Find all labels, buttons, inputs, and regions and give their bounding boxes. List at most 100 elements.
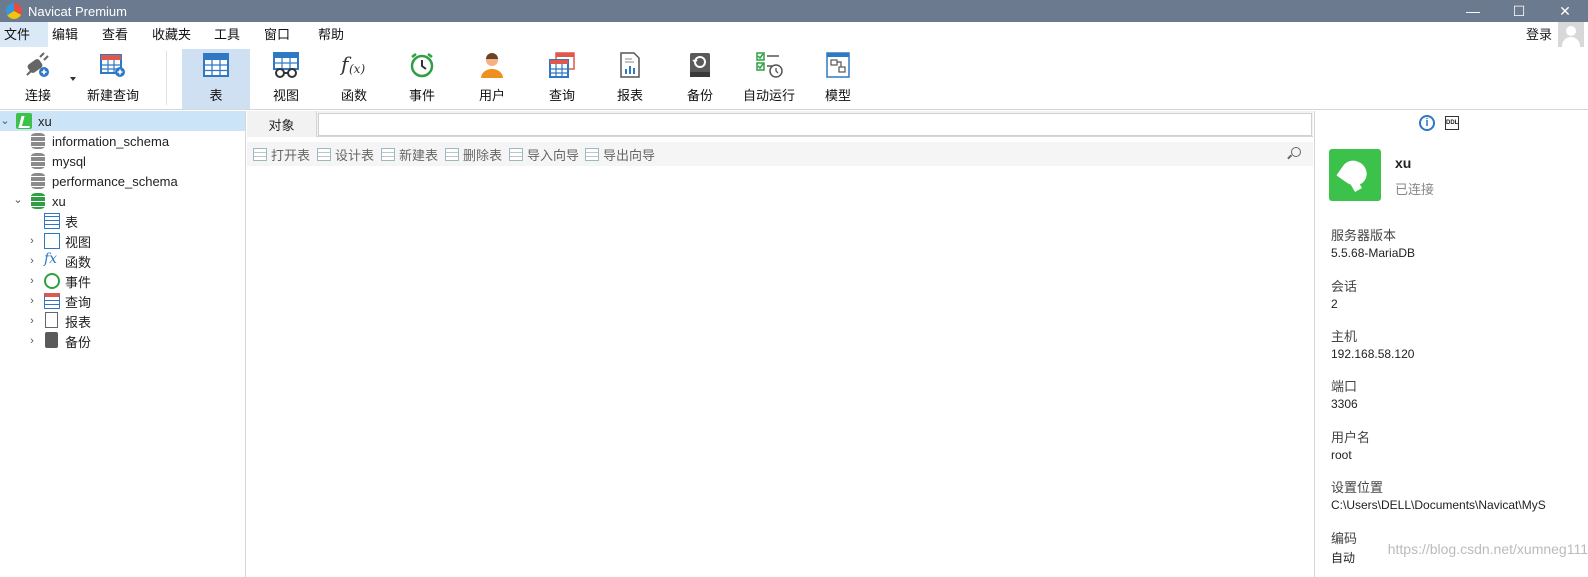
table-button[interactable]: 表 — [182, 49, 250, 109]
expand-chevron-icon[interactable]: › — [27, 256, 37, 267]
menu-view[interactable]: 查看 — [102, 22, 128, 47]
connect-dropdown-icon[interactable] — [70, 77, 76, 81]
tree-item-events[interactable]: › 事件 — [0, 271, 245, 291]
new-query-button[interactable]: 新建查询 — [84, 49, 142, 109]
collapse-chevron-icon[interactable]: ⌄ — [0, 116, 10, 127]
table-icon — [44, 213, 60, 229]
connection-status: 已连接 — [1395, 182, 1435, 197]
info-icon[interactable]: i — [1419, 115, 1435, 131]
function-icon: fx — [44, 251, 58, 267]
minimize-button[interactable]: — — [1450, 0, 1496, 22]
tree-item-functions[interactable]: › fx 函数 — [0, 251, 245, 271]
tree-item-backups[interactable]: › 备份 — [0, 331, 245, 351]
expand-chevron-icon[interactable]: › — [27, 236, 37, 247]
watermark: https://blog.csdn.net/xumneg111 — [1387, 541, 1588, 557]
export-wizard-icon — [585, 147, 599, 161]
import-wizard-label: 导入向导 — [527, 147, 580, 163]
connect-label: 连接 — [24, 88, 51, 103]
view-button[interactable]: 视图 — [256, 49, 316, 109]
tree-db-information-schema[interactable]: information_schema — [0, 131, 245, 151]
backup-button[interactable]: 备份 — [670, 49, 730, 109]
svg-text:(x): (x) — [349, 62, 365, 76]
query-icon — [548, 51, 576, 79]
view-label: 视图 — [272, 88, 299, 103]
model-button[interactable]: 模型 — [808, 49, 868, 109]
delete-table-button[interactable]: 删除表 — [445, 146, 502, 163]
encoding-label: 编码 — [1331, 531, 1358, 546]
menu-help[interactable]: 帮助 — [318, 22, 344, 47]
function-button[interactable]: f (x) 函数 — [324, 49, 384, 109]
server-version-label: 服务器版本 — [1331, 228, 1397, 243]
search-icon[interactable] — [1291, 147, 1301, 157]
tree-db-performance-schema[interactable]: performance_schema — [0, 171, 245, 191]
query-icon — [44, 293, 60, 309]
ddl-icon[interactable]: DDL — [1445, 116, 1459, 130]
connection-tree: ⌄ xu information_schema mysql performanc… — [0, 111, 246, 577]
expand-chevron-icon[interactable]: › — [27, 296, 37, 307]
tree-db-mysql[interactable]: mysql — [0, 151, 245, 171]
report-label: 报表 — [616, 88, 643, 103]
new-table-icon — [381, 147, 395, 161]
tree-item-queries[interactable]: › 查询 — [0, 291, 245, 311]
import-wizard-button[interactable]: 导入向导 — [509, 146, 580, 163]
connect-button[interactable]: 连接 — [8, 49, 68, 109]
automation-button[interactable]: 自动运行 — [740, 49, 798, 109]
database-icon — [31, 153, 45, 169]
tree-item-reports[interactable]: › 报表 — [0, 311, 245, 331]
settings-location-label: 设置位置 — [1331, 480, 1384, 495]
tree-item-views[interactable]: › 视图 — [0, 231, 245, 251]
tree-db-label: information_schema — [52, 133, 170, 149]
tree-item-label: 备份 — [65, 334, 92, 350]
tree-item-label: 视图 — [65, 234, 92, 250]
tree-item-label: 事件 — [65, 274, 92, 290]
port-label: 端口 — [1331, 379, 1358, 394]
menu-tools[interactable]: 工具 — [214, 22, 240, 47]
report-icon — [45, 312, 58, 328]
mariadb-logo-icon — [1329, 149, 1381, 201]
host-label: 主机 — [1331, 329, 1358, 344]
tab-objects[interactable]: 对象 — [247, 111, 317, 137]
tree-db-xu[interactable]: ⌄ xu — [0, 191, 245, 211]
maximize-button[interactable]: ☐ — [1496, 0, 1542, 22]
event-button[interactable]: 事件 — [392, 49, 452, 109]
server-version-value: 5.5.68-MariaDB — [1331, 246, 1416, 260]
export-wizard-button[interactable]: 导出向导 — [585, 146, 655, 163]
menu-window[interactable]: 窗口 — [264, 22, 290, 47]
tree-db-label: xu — [52, 193, 66, 209]
settings-location-value: C:\Users\DELL\Documents\Navicat\MyS — [1331, 498, 1546, 512]
object-list-area[interactable] — [247, 166, 1313, 577]
collapse-chevron-icon[interactable]: ⌄ — [13, 195, 23, 206]
close-button[interactable]: ✕ — [1542, 0, 1588, 22]
design-table-button[interactable]: 设计表 — [317, 146, 374, 163]
expand-chevron-icon[interactable]: › — [27, 336, 37, 347]
tree-item-tables[interactable]: 表 — [0, 211, 245, 231]
expand-chevron-icon[interactable]: › — [27, 276, 37, 287]
login-link[interactable]: 登录 — [1526, 22, 1552, 47]
open-table-label: 打开表 — [271, 147, 311, 163]
port-value: 3306 — [1331, 397, 1358, 411]
tree-connection-xu[interactable]: ⌄ xu — [0, 111, 245, 131]
backup-label: 备份 — [686, 88, 713, 103]
query-button[interactable]: 查询 — [532, 49, 592, 109]
new-query-icon — [99, 51, 127, 79]
new-table-label: 新建表 — [399, 147, 439, 163]
report-button[interactable]: 报表 — [600, 49, 660, 109]
toolbar-divider — [166, 51, 167, 105]
database-icon — [31, 133, 45, 149]
menu-edit[interactable]: 编辑 — [52, 22, 78, 47]
function-label: 函数 — [340, 88, 367, 103]
tree-item-label: 函数 — [65, 254, 92, 270]
title-bar: Navicat Premium — ☐ ✕ — [0, 0, 1588, 22]
open-table-button[interactable]: 打开表 — [253, 146, 311, 163]
menu-file[interactable]: 文件 — [0, 22, 48, 47]
new-table-button[interactable]: 新建表 — [381, 146, 439, 163]
avatar[interactable] — [1558, 22, 1584, 48]
user-icon — [478, 51, 506, 79]
user-button[interactable]: 用户 — [462, 49, 522, 109]
import-wizard-icon — [509, 147, 523, 161]
delete-table-icon — [445, 147, 459, 161]
view-icon — [272, 51, 300, 79]
expand-chevron-icon[interactable]: › — [27, 316, 37, 327]
menu-favorites[interactable]: 收藏夹 — [152, 22, 191, 47]
username-value: root — [1331, 448, 1352, 462]
